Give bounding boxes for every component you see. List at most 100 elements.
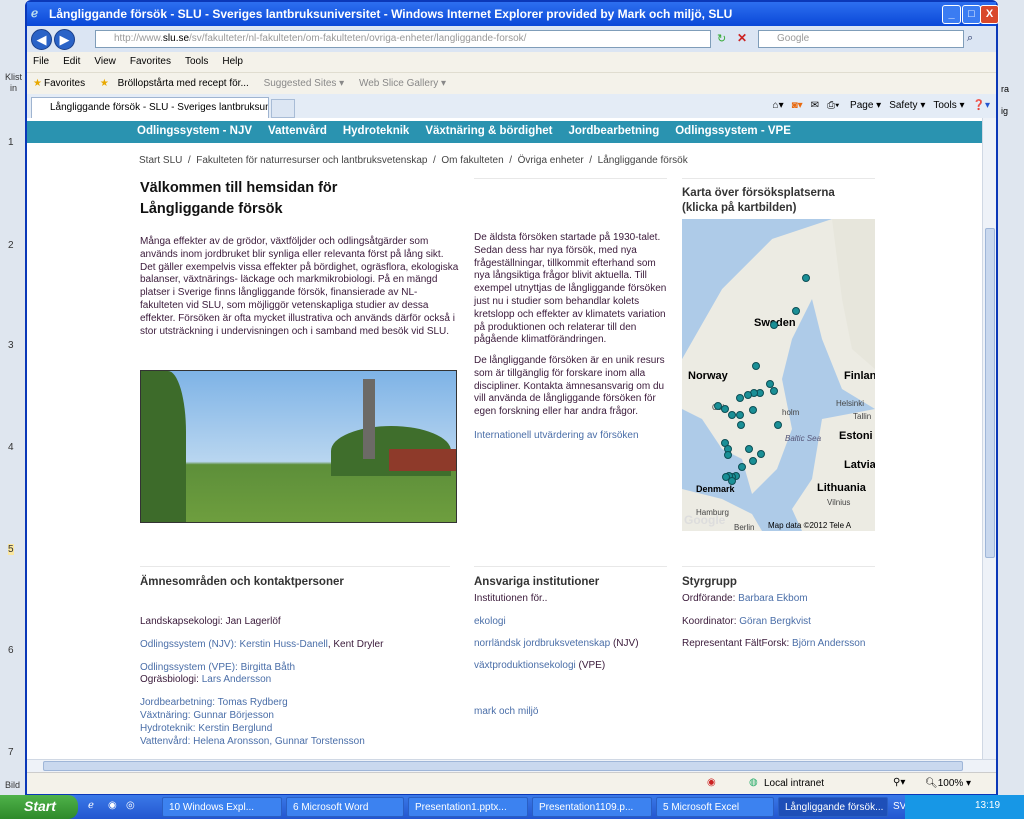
- subject-item[interactable]: Växtnäring: Gunnar Börjesson: [140, 710, 460, 723]
- map-marker[interactable]: [792, 307, 800, 315]
- address-input[interactable]: http://www.slu.se/sv/fakulteter/nl-fakul…: [95, 30, 711, 48]
- breadcrumb: Start SLU / Fakulteten för naturresurser…: [139, 155, 688, 166]
- subject-item: Ogräsbiologi: Lars Andersson: [140, 674, 272, 686]
- windows-taskbar: Start ℯ ◉ ◎ 10 Windows Expl... 6 Microso…: [0, 795, 1024, 819]
- vertical-scrollbar[interactable]: [982, 118, 996, 759]
- add-favorite-icon[interactable]: ★: [100, 78, 109, 89]
- map-marker[interactable]: [770, 387, 778, 395]
- map-marker[interactable]: [724, 451, 732, 459]
- menu-favorites[interactable]: Favorites: [130, 56, 171, 67]
- favorites-button[interactable]: Favorites: [44, 78, 85, 89]
- task-presentation1109[interactable]: Presentation1109.p...: [532, 797, 652, 817]
- zoom-level[interactable]: 🔍︎100% ▾: [925, 778, 971, 789]
- menu-help[interactable]: Help: [222, 56, 243, 67]
- system-tray: 13:19: [905, 795, 1024, 819]
- mail-icon[interactable]: ✉: [811, 100, 819, 111]
- nav-odlingssystem-njv[interactable]: Odlingssystem - NJV: [137, 125, 252, 137]
- map-marker[interactable]: [737, 421, 745, 429]
- stop-icon[interactable]: ✕: [737, 31, 747, 45]
- task-ie-active[interactable]: Långliggande försök...: [778, 797, 888, 817]
- map-marker[interactable]: [752, 362, 760, 370]
- security-icon[interactable]: ⚲▾: [893, 777, 905, 788]
- breadcrumb-item[interactable]: Start SLU: [139, 155, 182, 166]
- quicklaunch-chrome-icon[interactable]: ◎: [126, 800, 135, 811]
- map-marker[interactable]: [714, 402, 722, 410]
- menu-tools[interactable]: Tools: [185, 56, 208, 67]
- help-icon[interactable]: ❓▾: [973, 100, 990, 111]
- nav-hydroteknik[interactable]: Hydroteknik: [343, 125, 409, 137]
- map-marker[interactable]: [749, 406, 757, 414]
- task-excel[interactable]: 5 Microsoft Excel: [656, 797, 774, 817]
- ruler-number: 5: [8, 544, 14, 555]
- map-marker[interactable]: [745, 445, 753, 453]
- menu-view[interactable]: View: [94, 56, 116, 67]
- quicklaunch-media-icon[interactable]: ◉: [108, 800, 117, 811]
- nav-odlingssystem-vpe[interactable]: Odlingssystem - VPE: [675, 125, 791, 137]
- forward-button[interactable]: ▶: [54, 29, 75, 50]
- breadcrumb-item[interactable]: Övriga enheter: [518, 155, 584, 166]
- search-icon[interactable]: ⌕: [967, 32, 973, 45]
- close-button[interactable]: X: [980, 5, 999, 24]
- tools-menu[interactable]: Tools ▾: [933, 100, 964, 111]
- subject-item[interactable]: Vattenvård: Helena Aronsson, Gunnar Tors…: [140, 736, 460, 749]
- refresh-icon[interactable]: ↻: [717, 32, 726, 45]
- ie-window: ℯ Långliggande försök - SLU - Sveriges l…: [25, 0, 999, 796]
- ruler-number: 2: [8, 240, 14, 251]
- minimize-button[interactable]: _: [942, 5, 961, 24]
- map-marker[interactable]: [744, 391, 752, 399]
- back-button[interactable]: ◀: [31, 29, 52, 50]
- powerpoint-background-left: 1 2 3 4 5 6 7 Klist in Bild: [0, 0, 26, 795]
- evaluation-link[interactable]: Internationell utvärdering av försöken: [474, 430, 639, 443]
- safety-menu[interactable]: Safety ▾: [889, 100, 925, 111]
- church-tower: [363, 379, 375, 459]
- map-markers: [714, 274, 810, 485]
- steering-item: Ordförande: Barbara Ekbom: [682, 593, 808, 604]
- history-text: De äldsta försöken startade på 1930-tale…: [474, 232, 667, 346]
- ppt-label: Bild: [5, 780, 21, 790]
- task-presentation1[interactable]: Presentation1.pptx...: [408, 797, 528, 817]
- map-marker[interactable]: [721, 405, 729, 413]
- menu-edit[interactable]: Edit: [63, 56, 80, 67]
- favorite-link[interactable]: Bröllopstårta med recept för...: [118, 78, 249, 89]
- quicklaunch-ie-icon[interactable]: ℯ: [88, 800, 94, 811]
- nav-jordbearbetning[interactable]: Jordbearbetning: [568, 125, 659, 137]
- print-icon[interactable]: ⎙▾: [827, 100, 839, 111]
- rss-icon[interactable]: ◙▾: [792, 100, 803, 111]
- nav-vattenvard[interactable]: Vattenvård: [268, 125, 327, 137]
- map-marker[interactable]: [728, 411, 736, 419]
- map-marker[interactable]: [749, 457, 757, 465]
- horizontal-scrollbar[interactable]: [27, 759, 996, 772]
- scrollbar-thumb[interactable]: [43, 761, 963, 771]
- search-input[interactable]: Google: [758, 30, 964, 48]
- task-explorer[interactable]: 10 Windows Expl...: [162, 797, 282, 817]
- tab-active[interactable]: Långliggande försök - SLU - Sveriges lan…: [31, 97, 269, 118]
- nav-vaxtnaring[interactable]: Växtnäring & bördighet: [425, 125, 552, 137]
- web-slice-gallery[interactable]: Web Slice Gallery ▾: [359, 78, 446, 89]
- maximize-button[interactable]: □: [962, 5, 981, 24]
- map-marker[interactable]: [736, 411, 744, 419]
- subject-item[interactable]: Odlingssystem (VPE): Birgitta Båth: [140, 662, 460, 675]
- map-marker[interactable]: [774, 421, 782, 429]
- breadcrumb-item[interactable]: Om fakulteten: [441, 155, 503, 166]
- suggested-sites[interactable]: Suggested Sites ▾: [264, 78, 345, 89]
- breadcrumb-item[interactable]: Fakulteten för naturresurser och lantbru…: [196, 155, 427, 166]
- map-marker[interactable]: [728, 477, 736, 485]
- page-menu[interactable]: Page ▾: [850, 100, 881, 111]
- new-tab-button[interactable]: [271, 99, 295, 118]
- window-title: Långliggande försök - SLU - Sveriges lan…: [49, 7, 733, 21]
- scrollbar-thumb[interactable]: [985, 228, 995, 558]
- subject-item[interactable]: Hydroteknik: Kerstin Berglund: [140, 723, 460, 736]
- home-icon[interactable]: ⌂▾: [773, 100, 784, 111]
- map-marker[interactable]: [736, 394, 744, 402]
- subject-item[interactable]: Jordbearbetning: Tomas Rydberg: [140, 697, 460, 710]
- start-button[interactable]: Start: [0, 795, 78, 819]
- trial-sites-map[interactable]: Sweden Norway Finlan Estoni Latvia Lithu…: [682, 219, 875, 531]
- map-marker[interactable]: [757, 450, 765, 458]
- map-marker[interactable]: [802, 274, 810, 282]
- menu-file[interactable]: File: [33, 56, 49, 67]
- map-marker[interactable]: [738, 463, 746, 471]
- map-marker[interactable]: [766, 380, 774, 388]
- institution-item: ekologi: [474, 616, 506, 627]
- map-marker[interactable]: [770, 321, 778, 329]
- task-word[interactable]: 6 Microsoft Word: [286, 797, 404, 817]
